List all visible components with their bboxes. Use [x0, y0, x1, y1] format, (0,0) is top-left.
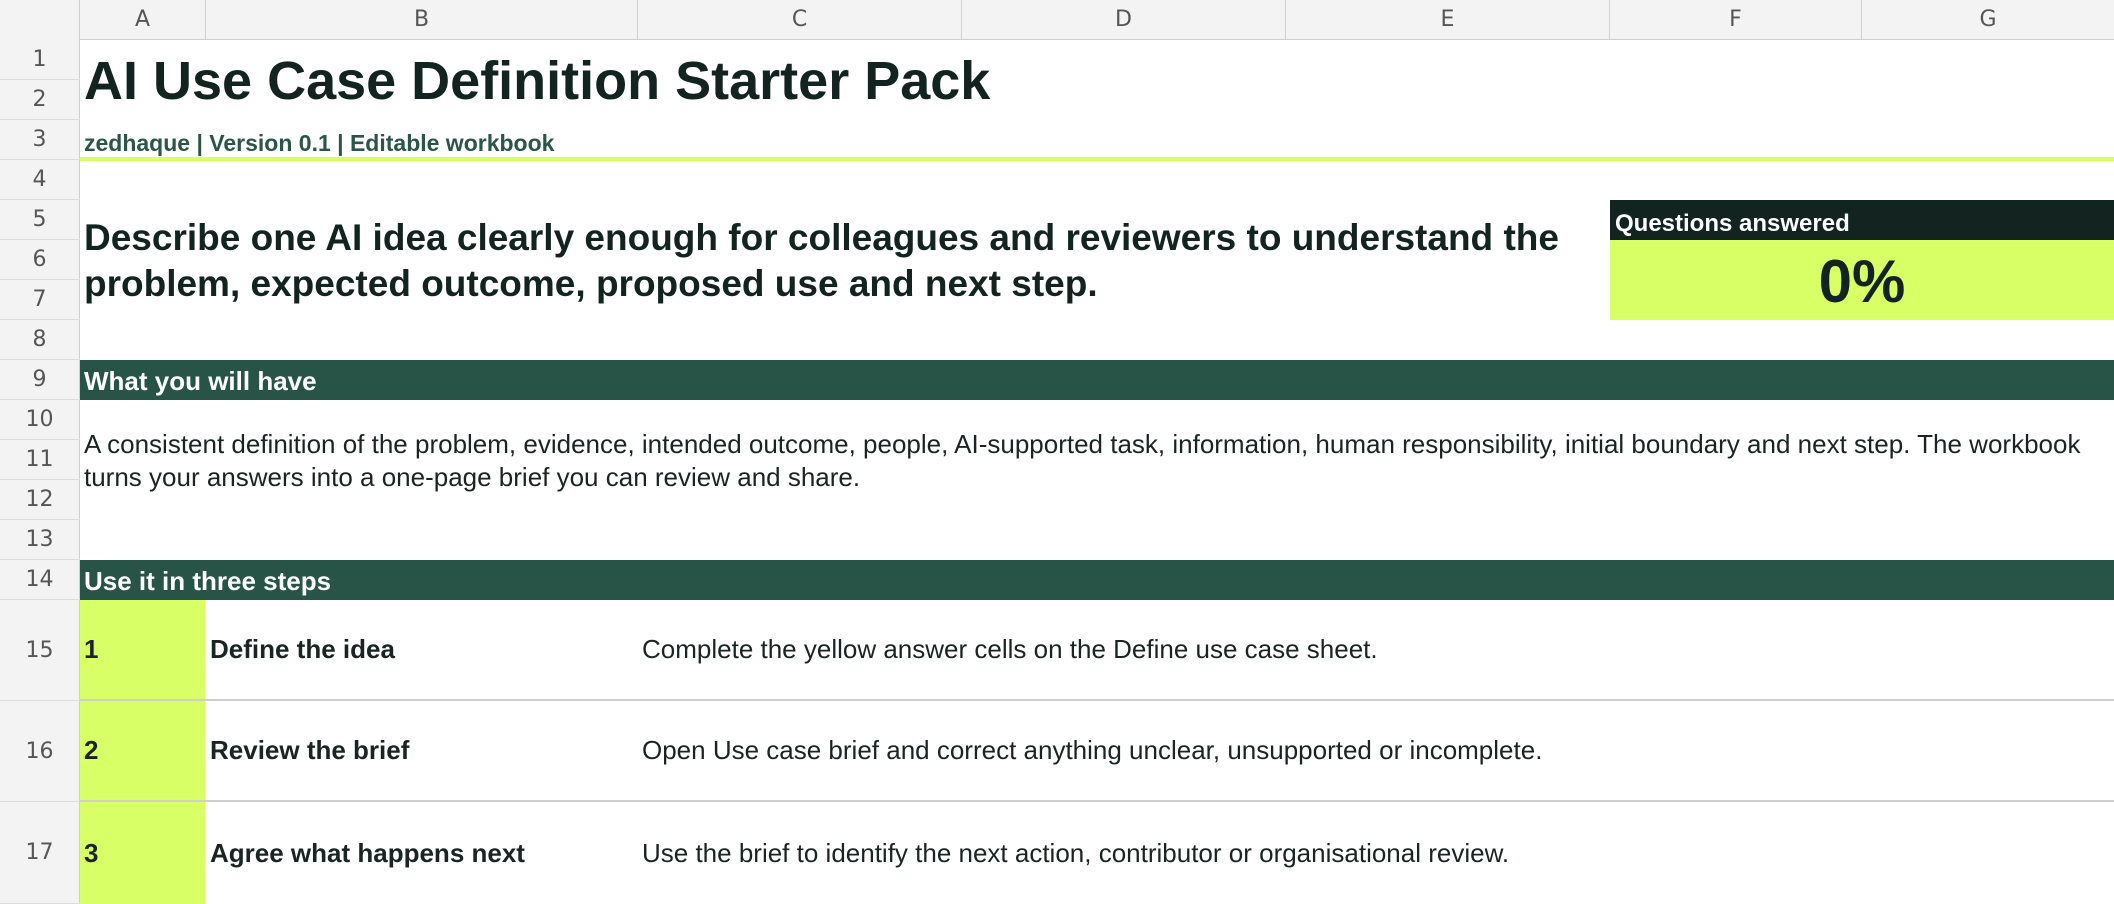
row-header-12[interactable]: 12 — [0, 480, 80, 520]
step-description-cell[interactable]: Complete the yellow answer cells on the … — [642, 600, 1378, 699]
column-header-g[interactable]: G — [1862, 0, 2114, 40]
questions-answered-label[interactable]: Questions answered — [1610, 200, 2114, 240]
workbook-title[interactable]: AI Use Case Definition Starter Pack — [84, 50, 990, 112]
questions-answered-value[interactable]: 0% — [1610, 240, 2114, 320]
row-header-2[interactable]: 2 — [0, 80, 80, 120]
step-title-cell[interactable]: Review the brief — [210, 701, 409, 800]
spreadsheet-grid: A B C D E F G 1 2 3 4 5 6 7 8 9 10 11 12… — [0, 0, 2114, 904]
step-row: 2 Review the brief Open Use case brief a… — [80, 701, 2114, 802]
step-number-cell[interactable]: 2 — [80, 701, 205, 800]
row-header-10[interactable]: 10 — [0, 400, 80, 440]
row-header-5[interactable]: 5 — [0, 200, 80, 240]
row-header-11[interactable]: 11 — [0, 440, 80, 480]
column-header-row: A B C D E F G — [0, 0, 2114, 40]
step-description-cell[interactable]: Use the brief to identify the next actio… — [642, 802, 1509, 904]
row-header-4[interactable]: 4 — [0, 160, 80, 200]
row-header-8[interactable]: 8 — [0, 320, 80, 360]
step-row: 3 Agree what happens next Use the brief … — [80, 802, 2114, 904]
section-heading-three-steps[interactable]: Use it in three steps — [80, 560, 2114, 600]
column-header-d[interactable]: D — [962, 0, 1286, 40]
row-header-3[interactable]: 3 — [0, 120, 80, 160]
step-title-cell[interactable]: Agree what happens next — [210, 802, 525, 904]
select-all-corner[interactable] — [0, 0, 80, 40]
column-header-a[interactable]: A — [80, 0, 206, 40]
step-number-cell[interactable]: 3 — [80, 802, 205, 904]
row-header-9[interactable]: 9 — [0, 360, 80, 400]
row-header-16[interactable]: 16 — [0, 701, 80, 802]
row-header-14[interactable]: 14 — [0, 560, 80, 600]
row-header-1[interactable]: 1 — [0, 40, 80, 80]
column-header-e[interactable]: E — [1286, 0, 1610, 40]
what-you-will-have-body[interactable]: A consistent definition of the problem, … — [84, 428, 2104, 494]
column-header-c[interactable]: C — [638, 0, 962, 40]
row-header-17[interactable]: 17 — [0, 802, 80, 904]
row-header-13[interactable]: 13 — [0, 520, 80, 560]
step-description-cell[interactable]: Open Use case brief and correct anything… — [642, 701, 1542, 800]
row-header-15[interactable]: 15 — [0, 600, 80, 701]
workbook-subtitle[interactable]: zedhaque | Version 0.1 | Editable workbo… — [84, 130, 554, 157]
step-row: 1 Define the idea Complete the yellow an… — [80, 600, 2114, 701]
accent-divider — [80, 157, 2114, 161]
step-title-cell[interactable]: Define the idea — [210, 600, 395, 699]
lead-statement[interactable]: Describe one AI idea clearly enough for … — [84, 215, 1584, 307]
row-header-7[interactable]: 7 — [0, 280, 80, 320]
step-number-cell[interactable]: 1 — [80, 600, 205, 699]
column-header-f[interactable]: F — [1610, 0, 1862, 40]
row-header-6[interactable]: 6 — [0, 240, 80, 280]
section-heading-what-you-will-have[interactable]: What you will have — [80, 360, 2114, 400]
column-header-b[interactable]: B — [206, 0, 638, 40]
